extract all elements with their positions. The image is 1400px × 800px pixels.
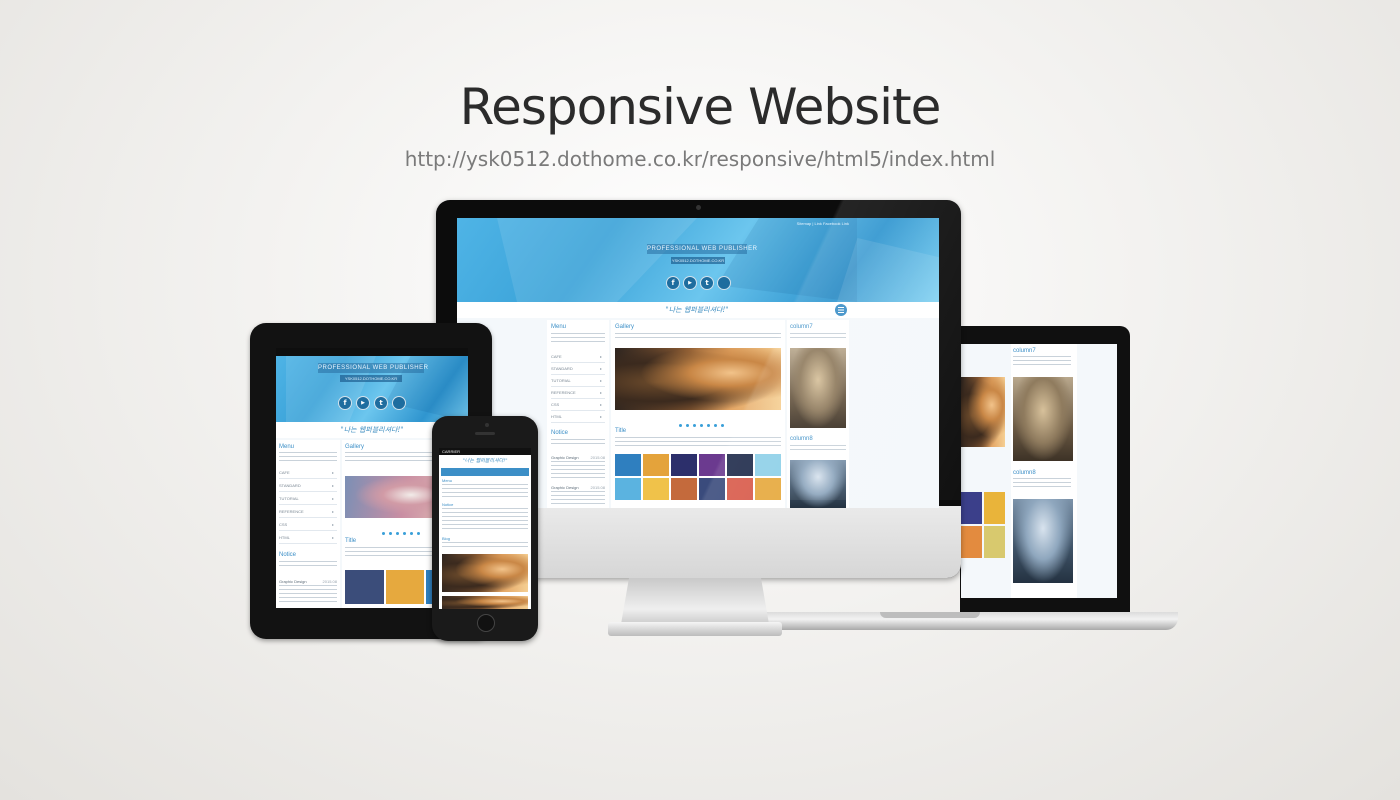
- menu-heading: Menu: [279, 444, 295, 450]
- blog-heading: Blog: [442, 536, 451, 541]
- slider-dots[interactable]: [380, 522, 422, 540]
- iphone-home-button: [477, 614, 495, 632]
- notice-item[interactable]: Graphic Design: [551, 455, 579, 460]
- menu-item-standard[interactable]: STANDARD ▸: [279, 481, 337, 492]
- site-slogan: "나는 웹퍼블리셔다!": [340, 426, 404, 434]
- facebook-icon[interactable]: f: [338, 396, 352, 410]
- title-heading: Title: [615, 428, 627, 434]
- menu-item-css[interactable]: CSS ▸: [279, 520, 337, 531]
- notice-item[interactable]: Graphic Design: [551, 485, 579, 490]
- imac-foot: [608, 622, 782, 636]
- youtube-icon[interactable]: ▶: [683, 276, 697, 290]
- column8-text: [1013, 478, 1071, 490]
- youtube-icon[interactable]: ▶: [356, 396, 370, 410]
- notice-body: [442, 508, 528, 532]
- notice-date: 2015.08: [322, 579, 337, 584]
- menu-item-tutorial[interactable]: TUTORIAL ▸: [279, 494, 337, 505]
- menu-item-cafe[interactable]: CAFE ▸: [279, 468, 337, 479]
- menu-item-standard[interactable]: STANDARD ▸: [551, 364, 605, 375]
- apple-icon[interactable]: [392, 396, 406, 410]
- page-title: Responsive Website: [459, 78, 942, 136]
- notice-body: [551, 491, 605, 507]
- iphone-screen: "나는 웹퍼블리셔다!" Menu Notice Blog: [439, 448, 531, 609]
- gallery-slide[interactable]: [442, 596, 528, 609]
- notice-text: [279, 561, 337, 569]
- page-url[interactable]: http://ysk0512.dothome.co.kr/responsive/…: [0, 147, 1400, 171]
- menu-item-html[interactable]: HTML ▸: [551, 412, 605, 423]
- iphone-status-bar: CARRIER: [439, 448, 531, 455]
- column7-heading: column7: [1013, 348, 1036, 354]
- column8-heading: column8: [1013, 470, 1036, 476]
- menu-heading: Menu: [551, 324, 567, 330]
- site-slogan: "나는 웹퍼블리셔다!": [462, 458, 508, 464]
- menu-item-css[interactable]: CSS ▸: [551, 400, 605, 411]
- notice-item[interactable]: Graphic Design: [279, 579, 307, 584]
- notice-heading: Notice: [442, 502, 454, 507]
- menu-item-tutorial[interactable]: TUTORIAL ▸: [551, 376, 605, 387]
- notice-heading: Notice: [551, 430, 569, 436]
- menu-item-reference[interactable]: REFERENCE ▸: [551, 388, 605, 399]
- mobile-text: [442, 484, 528, 498]
- iphone-speaker: [475, 432, 495, 435]
- menu-heading: Menu: [442, 478, 453, 483]
- site-subbrand: YSK0512.DOTHOME.CO.KR: [340, 375, 402, 382]
- gallery-tiles: [961, 492, 1005, 558]
- carrier-label: CARRIER: [442, 449, 461, 454]
- gallery-photo: [961, 377, 1005, 447]
- notice-body: [551, 461, 605, 481]
- macbook-screen: column7 column8: [961, 344, 1117, 598]
- notice-body: [279, 585, 337, 605]
- menu-item-cafe[interactable]: CAFE ▸: [551, 352, 605, 363]
- menu-item-reference[interactable]: REFERENCE ▸: [279, 507, 337, 518]
- title-heading: Title: [345, 538, 357, 544]
- mobile-menu-bar[interactable]: [441, 468, 529, 476]
- facebook-icon[interactable]: f: [666, 276, 680, 290]
- blog-text: [442, 542, 528, 550]
- gallery-heading: Gallery: [615, 324, 635, 330]
- notice-date: 2015.08: [590, 485, 605, 490]
- column7-photo: [1013, 377, 1073, 461]
- menu-text: [551, 333, 605, 345]
- notice-heading: Notice: [279, 552, 297, 558]
- column8-photo: [1013, 499, 1073, 583]
- gallery-heading: Gallery: [345, 444, 365, 450]
- notice-date: 2015.08: [590, 455, 605, 460]
- slogan-bar: "나는 웹퍼블리셔다!": [439, 455, 531, 467]
- column7-text: [1013, 356, 1071, 368]
- menu-text: [279, 452, 337, 462]
- twitch-icon[interactable]: t: [374, 396, 388, 410]
- ipad-status-bar: [276, 348, 468, 356]
- notice-text: [551, 439, 605, 447]
- macbook-notch: [880, 612, 980, 618]
- site-brand[interactable]: PROFESSIONAL WEB PUBLISHER: [318, 363, 428, 373]
- gallery-slide[interactable]: [442, 554, 528, 592]
- site-hero: PROFESSIONAL WEB PUBLISHER YSK0512.DOTHO…: [276, 356, 468, 422]
- imac-glare: [700, 200, 961, 500]
- menu-item-html[interactable]: HTML ▸: [279, 533, 337, 544]
- iphone-camera: [485, 423, 489, 427]
